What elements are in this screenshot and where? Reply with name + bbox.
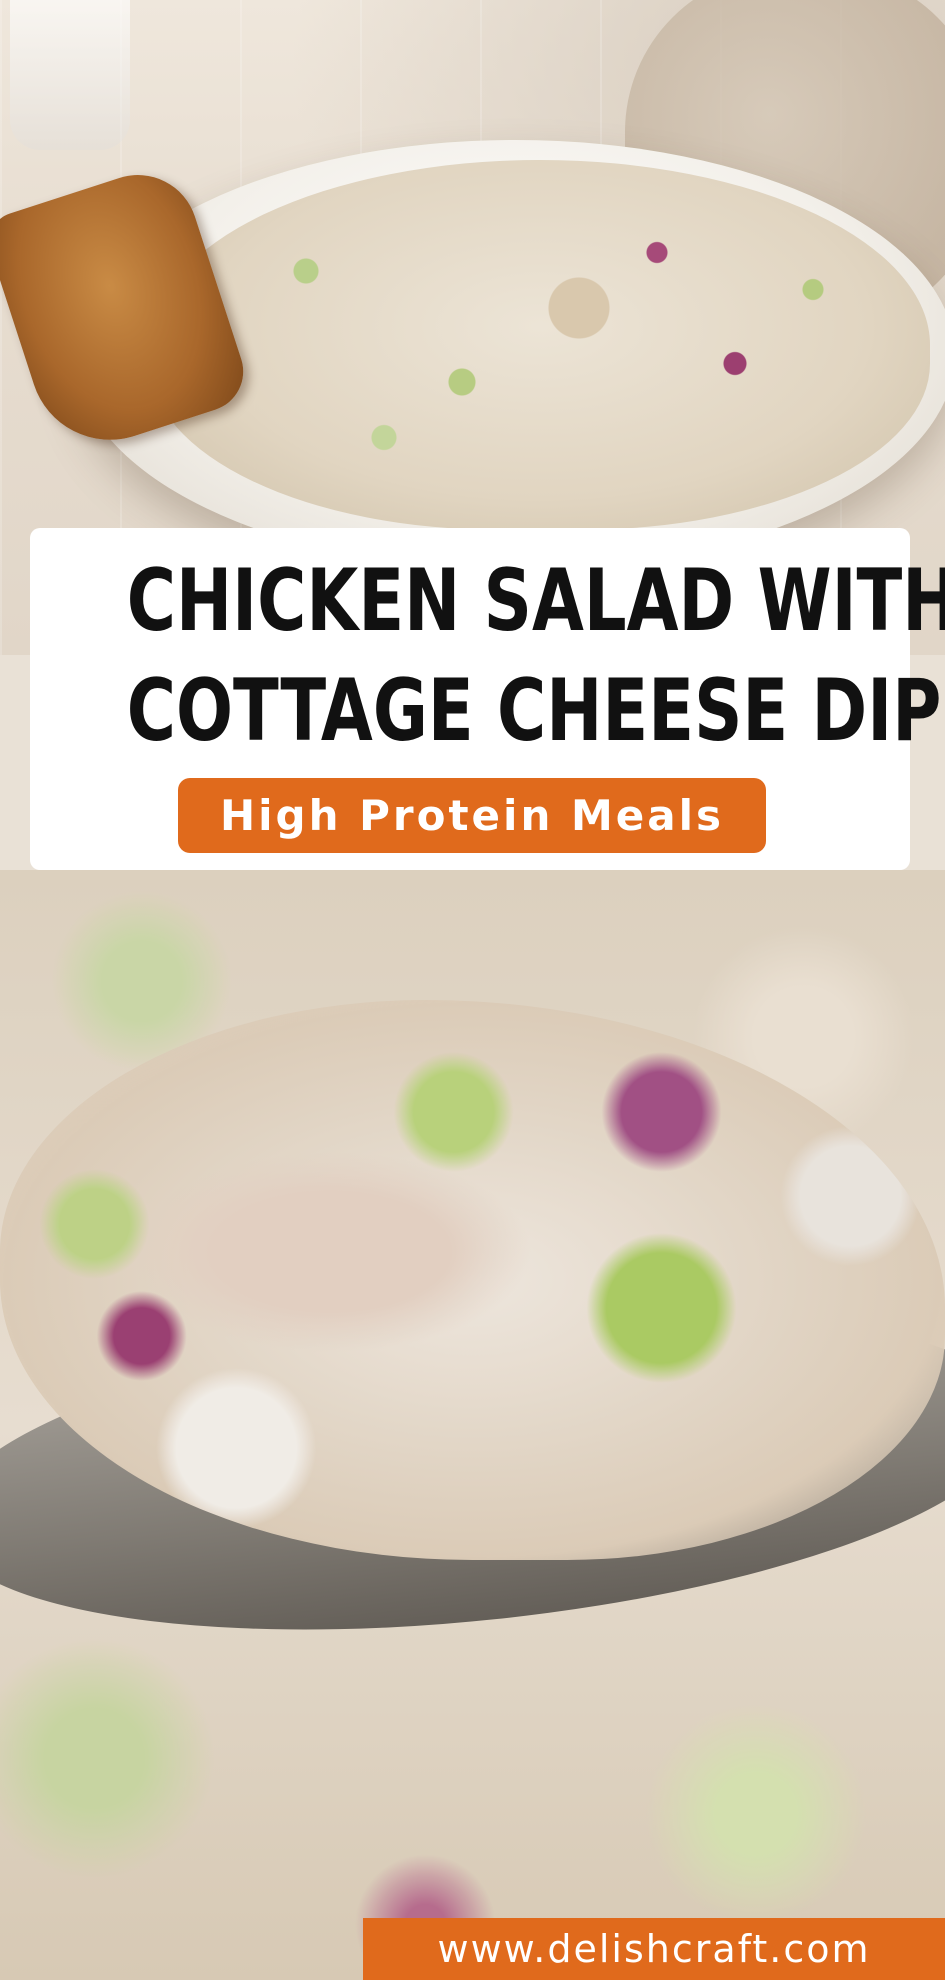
recipe-title-line-1: CHICKEN SALAD WITH <box>126 551 945 651</box>
title-card: CHICKEN SALAD WITH COTTAGE CHEESE DIP Hi… <box>30 528 945 870</box>
chicken-salad-in-bowl <box>150 160 930 530</box>
website-url-banner[interactable]: www.delishcraft.com <box>363 1918 945 1980</box>
category-tag: High Protein Meals <box>178 778 766 853</box>
spoonful-closeup-photo <box>0 870 945 1980</box>
chicken-salad-on-spoon <box>0 1000 945 1560</box>
recipe-pin: CHICKEN SALAD WITH COTTAGE CHEESE DIP Hi… <box>0 0 945 1980</box>
drinking-glass <box>10 0 130 150</box>
recipe-title-line-2: COTTAGE CHEESE DIP <box>126 661 942 761</box>
